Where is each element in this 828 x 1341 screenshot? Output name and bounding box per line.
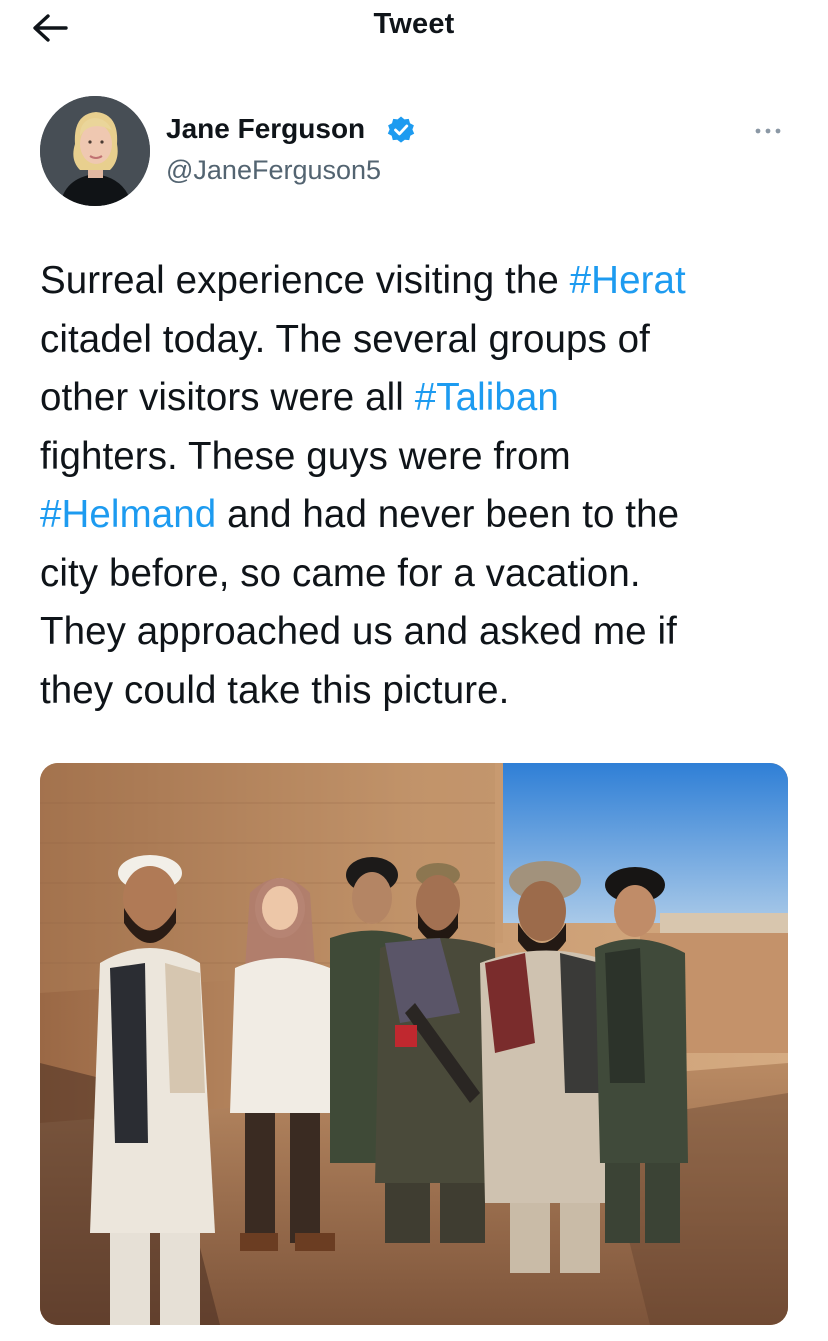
tweet-line: #Helmand and had never been to the [40, 486, 800, 545]
more-horizontal-icon [755, 128, 781, 134]
hashtag-link[interactable]: #Herat [570, 259, 686, 302]
verified-badge-icon [387, 116, 415, 143]
author-name[interactable]: Jane Ferguson [166, 113, 365, 145]
top-bar: Tweet [0, 0, 828, 58]
tweet-text-segment: They approached us and asked me if [40, 610, 677, 653]
tweet-photo[interactable] [40, 763, 788, 1325]
avatar-photo [40, 96, 150, 206]
tweet-text: Surreal experience visiting the #Herat ci… [40, 252, 800, 720]
hashtag-link[interactable]: #Helmand [40, 493, 216, 536]
tweet-text-segment: they could take this picture. [40, 668, 510, 712]
tweet-line: citadel today. The several groups of [40, 311, 800, 370]
tweet-text-segment: and had never been to the [216, 493, 680, 536]
tweet-text-segment: city before, so came for a vacation. [40, 551, 641, 595]
more-options-button[interactable] [748, 116, 788, 146]
tweet-line: city before, so came for a vacation. [40, 545, 800, 604]
tweet-line: They approached us and asked me if [40, 603, 800, 662]
author-avatar[interactable] [40, 96, 150, 206]
tweet-text-segment: Surreal experience visiting the [40, 259, 570, 302]
tweet-line: fighters. These guys were from [40, 428, 800, 487]
tweet-text-segment: fighters. These guys were from [40, 434, 571, 478]
page-title: Tweet [373, 8, 455, 40]
tweet-line: they could take this picture. [40, 662, 800, 721]
tweet-text-segment: citadel today. The several groups of [40, 317, 650, 361]
photo-icon [40, 763, 788, 1325]
tweet-text-segment: other visitors were all [40, 376, 415, 419]
tweet-line: Surreal experience visiting the #Herat [40, 252, 800, 311]
hashtag-link[interactable]: #Taliban [415, 376, 559, 419]
author-handle[interactable]: @JaneFerguson5 [166, 155, 381, 186]
tweet-line: other visitors were all #Taliban [40, 369, 800, 428]
